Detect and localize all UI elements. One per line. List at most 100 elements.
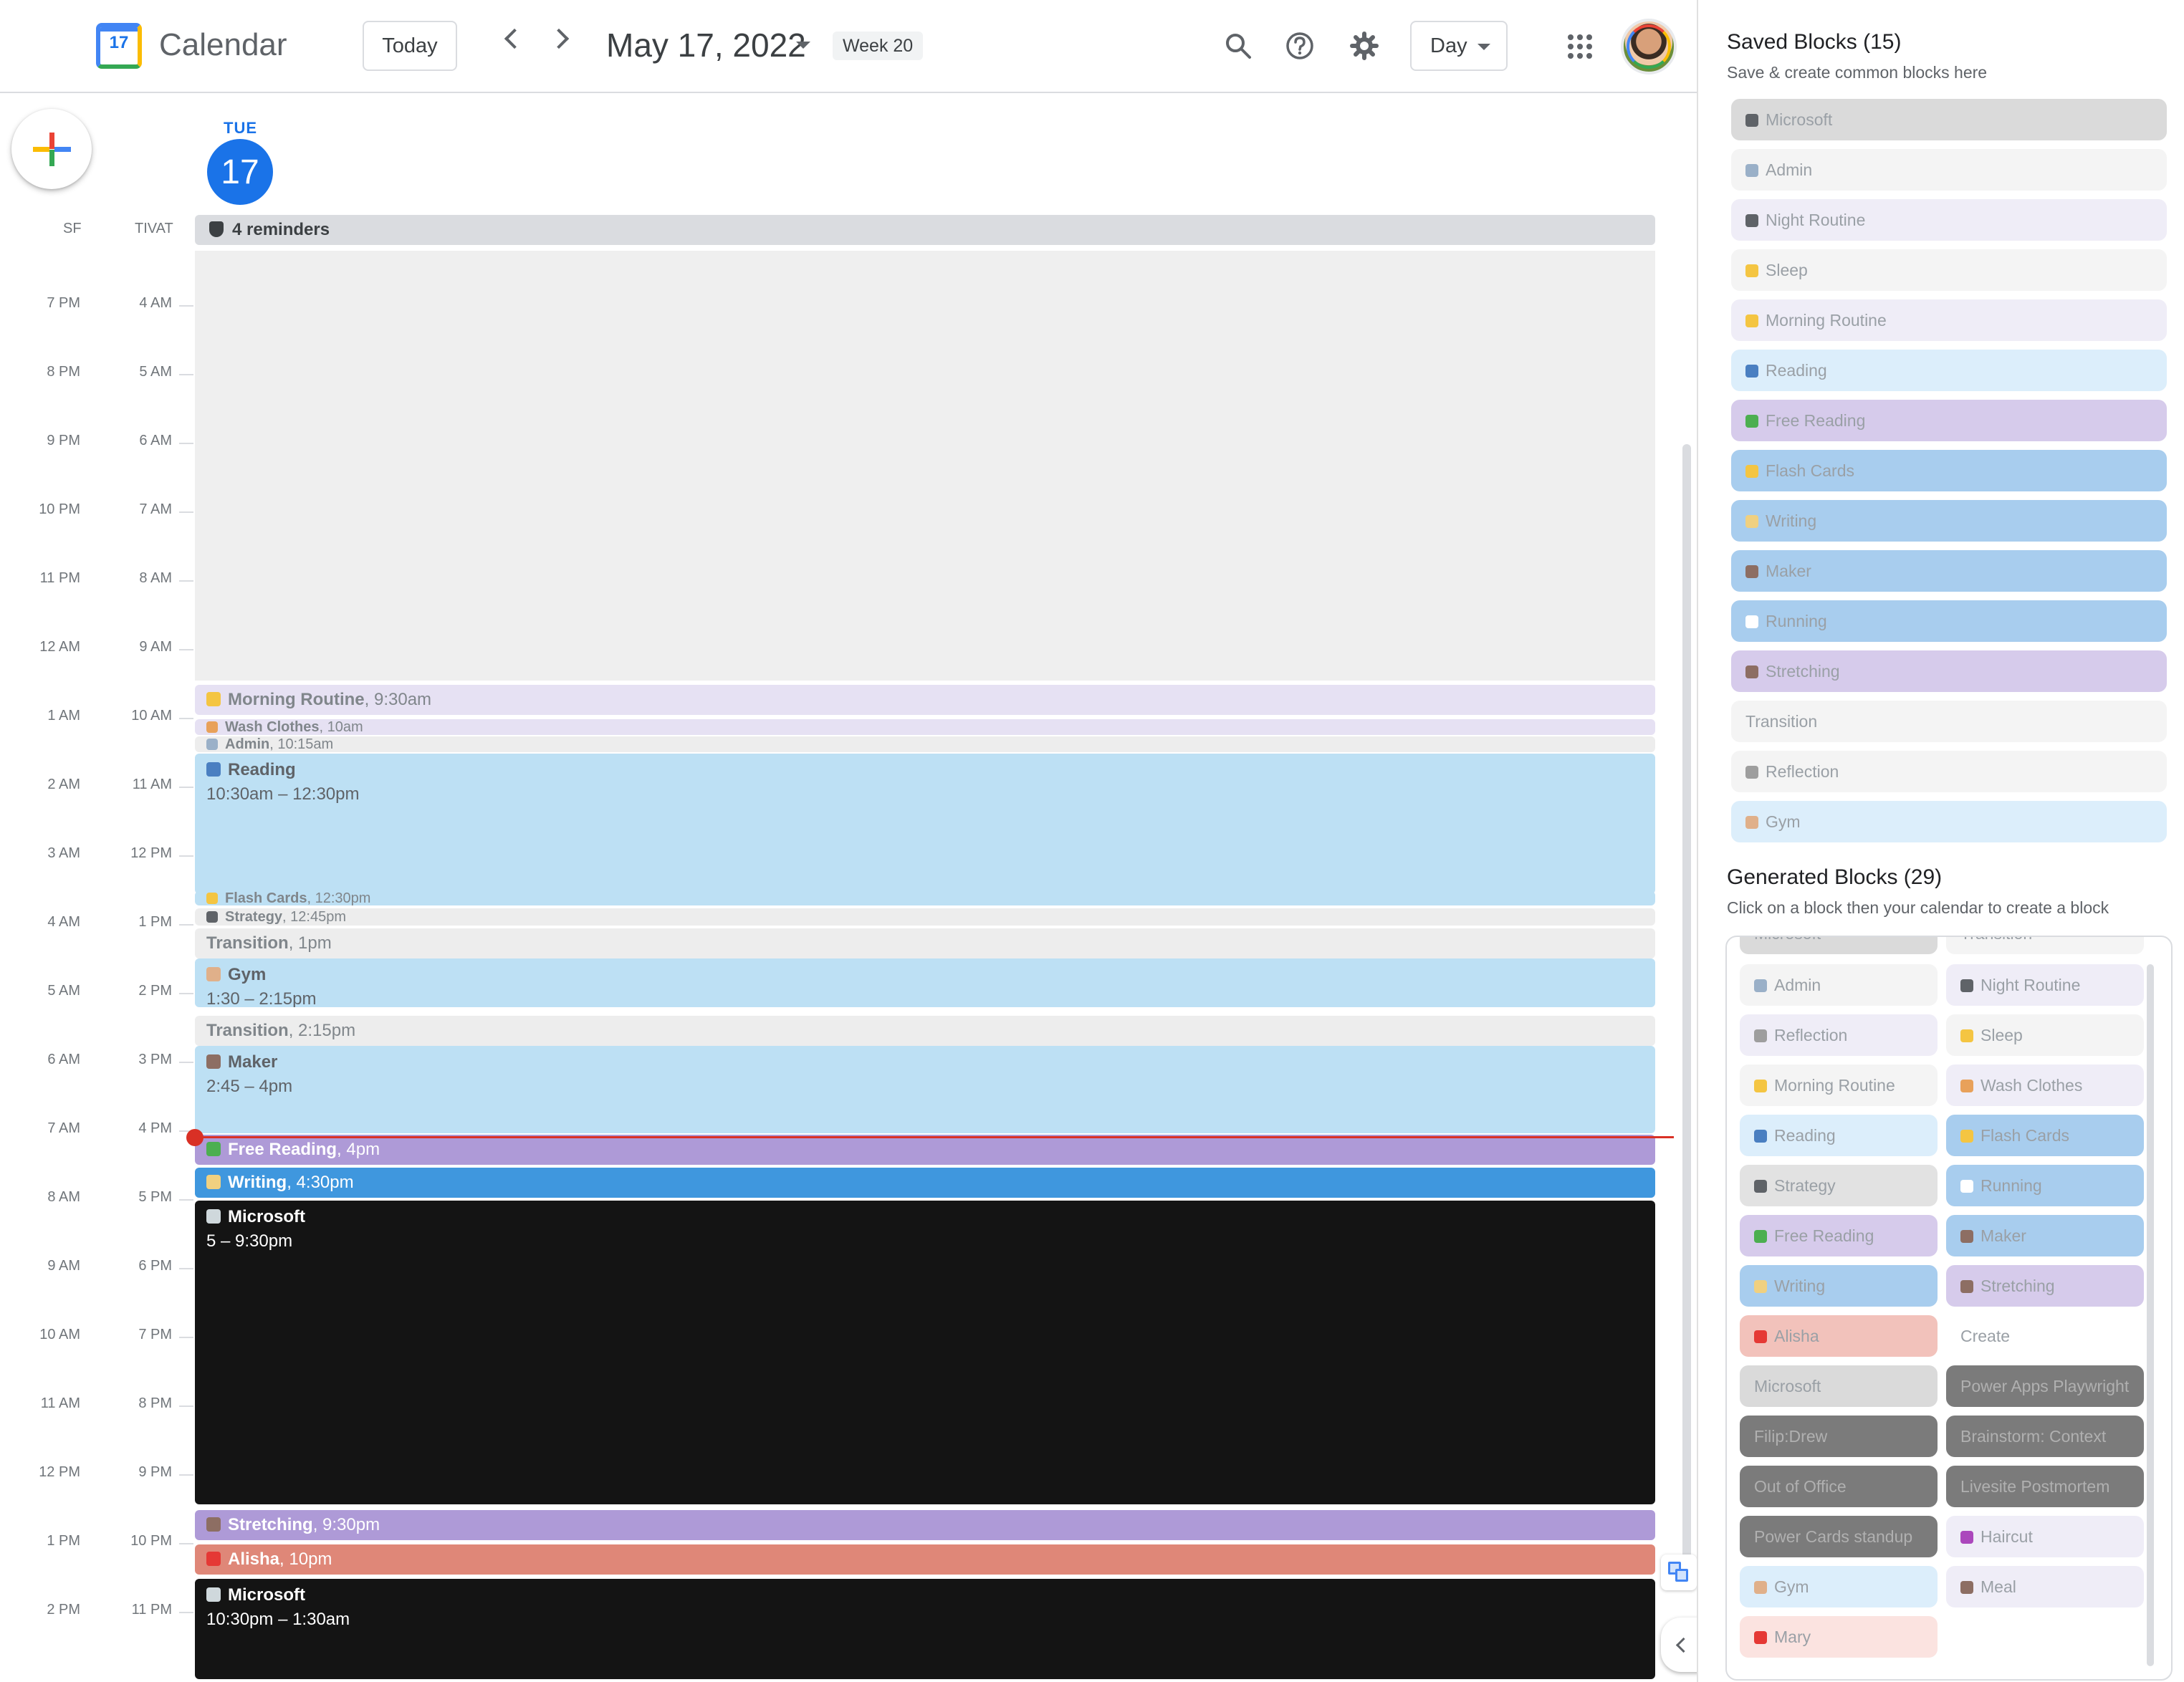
- saved-block[interactable]: Morning Routine: [1731, 299, 2167, 341]
- day-number-badge[interactable]: 17: [207, 139, 273, 205]
- reminders-bar[interactable]: 4 reminders: [195, 215, 1655, 245]
- time-label-secondary: 10 PM: [130, 1533, 172, 1549]
- generated-block[interactable]: Morning Routine: [1740, 1065, 1938, 1106]
- block-emoji-icon: [1960, 979, 1973, 992]
- generated-block[interactable]: Power Cards standup: [1740, 1516, 1938, 1557]
- generated-block[interactable]: Free Reading: [1740, 1215, 1938, 1256]
- blocks-side-panel: Saved Blocks (15) Save & create common b…: [1697, 0, 2184, 1682]
- view-mode-select[interactable]: Day: [1410, 21, 1508, 71]
- generated-block[interactable]: Admin: [1740, 964, 1938, 1006]
- time-label-secondary: 4 AM: [139, 295, 172, 311]
- generated-block[interactable]: Stretching: [1946, 1265, 2144, 1307]
- user-avatar[interactable]: [1621, 19, 1677, 75]
- generated-block[interactable]: Livesite Postmortem: [1946, 1466, 2144, 1507]
- saved-block[interactable]: Transition: [1731, 701, 2167, 742]
- hour-tick: [179, 1612, 193, 1613]
- calendar-event[interactable]: Gym 1:30 – 2:15pm: [195, 958, 1655, 1007]
- generated-block[interactable]: Writing: [1740, 1265, 1938, 1307]
- calendar-event[interactable]: Stretching, 9:30pm: [195, 1510, 1655, 1540]
- calendar-event[interactable]: Microsoft 10:30pm – 1:30am: [195, 1579, 1655, 1679]
- saved-block[interactable]: Maker: [1731, 550, 2167, 592]
- today-button[interactable]: Today: [363, 21, 457, 71]
- saved-block[interactable]: Free Reading: [1731, 400, 2167, 441]
- calendar-event[interactable]: Free Reading, 4pm: [195, 1135, 1655, 1165]
- generated-block[interactable]: Out of Office: [1740, 1466, 1938, 1507]
- time-label-secondary: 12 PM: [130, 845, 172, 861]
- generated-block[interactable]: Microsoft: [1740, 937, 1938, 954]
- calendar-event[interactable]: Alisha, 10pm: [195, 1544, 1655, 1575]
- collapse-panel-button[interactable]: [1661, 1618, 1701, 1672]
- generated-block[interactable]: Create: [1946, 1315, 2144, 1357]
- generated-block[interactable]: Night Routine: [1946, 964, 2144, 1006]
- date-dropdown-icon[interactable]: [796, 42, 810, 49]
- generated-block[interactable]: Haircut: [1946, 1516, 2144, 1557]
- saved-block[interactable]: Reading: [1731, 350, 2167, 391]
- generated-block[interactable]: Maker: [1946, 1215, 2144, 1256]
- saved-block[interactable]: Stretching: [1731, 650, 2167, 692]
- generated-block[interactable]: Gym: [1740, 1566, 1938, 1607]
- saved-block[interactable]: Sleep: [1731, 249, 2167, 291]
- generated-block-label: Admin: [1774, 976, 1821, 994]
- generated-block[interactable]: Filip:Drew: [1740, 1416, 1938, 1457]
- calendar-event[interactable]: Transition, 2:15pm: [195, 1016, 1655, 1046]
- generated-block[interactable]: Meal: [1946, 1566, 2144, 1607]
- generated-block[interactable]: Sleep: [1946, 1014, 2144, 1056]
- time-label-secondary: 3 PM: [138, 1052, 172, 1067]
- event-emoji-icon: [206, 1517, 221, 1532]
- saved-block-label: Microsoft: [1766, 110, 1833, 129]
- saved-block[interactable]: Writing: [1731, 500, 2167, 542]
- calendar-event[interactable]: Writing, 4:30pm: [195, 1168, 1655, 1198]
- generated-block[interactable]: Reflection: [1740, 1014, 1938, 1056]
- generated-block[interactable]: Strategy: [1740, 1165, 1938, 1206]
- saved-block[interactable]: Gym: [1731, 801, 2167, 842]
- saved-block[interactable]: Night Routine: [1731, 199, 2167, 241]
- calendar-event[interactable]: Morning Routine, 9:30am: [195, 685, 1655, 715]
- previous-period-icon[interactable]: [504, 28, 525, 49]
- generated-block-label: Free Reading: [1774, 1226, 1874, 1245]
- generated-block[interactable]: Reading: [1740, 1115, 1938, 1156]
- grid-scrollbar[interactable]: [1682, 444, 1691, 1562]
- generated-block[interactable]: Alisha: [1740, 1315, 1938, 1357]
- saved-block[interactable]: Microsoft: [1731, 99, 2167, 140]
- copy-icon[interactable]: [1661, 1554, 1697, 1590]
- event-emoji-icon: [206, 721, 218, 733]
- calendar-event[interactable]: Transition, 1pm: [195, 928, 1655, 958]
- generated-block[interactable]: Brainstorm: Context: [1946, 1416, 2144, 1457]
- saved-block-label: Night Routine: [1766, 211, 1866, 229]
- day-time-grid[interactable]: 7 PM 4 AM 8 PM 5 AM 9 PM 6 AM 10 PM 7 AM 11 PM 8 …: [0, 249, 1697, 1682]
- generated-block-label: Mary: [1774, 1628, 1811, 1646]
- saved-block[interactable]: Flash Cards: [1731, 450, 2167, 491]
- generated-block[interactable]: Running: [1946, 1165, 2144, 1206]
- time-label-secondary: 11 PM: [131, 1602, 172, 1618]
- main-menu-button[interactable]: [36, 32, 64, 60]
- time-label-secondary: 5 PM: [138, 1189, 172, 1205]
- event-emoji-icon: [206, 692, 221, 706]
- search-icon[interactable]: [1224, 32, 1253, 60]
- saved-block[interactable]: Reflection: [1731, 751, 2167, 792]
- saved-block[interactable]: Running: [1731, 600, 2167, 642]
- saved-block[interactable]: Admin: [1731, 149, 2167, 191]
- create-event-button[interactable]: [11, 109, 92, 189]
- generated-block[interactable]: Power Apps Playwright: [1946, 1365, 2144, 1407]
- calendar-event[interactable]: Wash Clothes, 10am: [195, 719, 1655, 735]
- generated-blocks-scrollbar[interactable]: [2147, 964, 2154, 1666]
- calendar-event[interactable]: Reading 10:30am – 12:30pm: [195, 754, 1655, 894]
- time-label-primary: 6 AM: [47, 1052, 80, 1067]
- calendar-event[interactable]: Maker 2:45 – 4pm: [195, 1046, 1655, 1133]
- calendar-event[interactable]: Admin, 10:15am: [195, 736, 1655, 752]
- settings-gear-icon[interactable]: [1350, 32, 1379, 60]
- calendar-event[interactable]: Flash Cards, 12:30pm: [195, 891, 1655, 905]
- next-period-icon[interactable]: [548, 28, 570, 49]
- generated-block[interactable]: Mary: [1740, 1616, 1938, 1658]
- generated-blocks-grid[interactable]: Microsoft Transition Admin Night Routine Ref…: [1725, 936, 2173, 1681]
- generated-block[interactable]: Transition: [1946, 937, 2144, 954]
- google-apps-icon[interactable]: [1568, 34, 1592, 59]
- help-icon[interactable]: [1285, 32, 1314, 60]
- generated-block[interactable]: Microsoft: [1740, 1365, 1938, 1407]
- generated-block[interactable]: Flash Cards: [1946, 1115, 2144, 1156]
- calendar-event[interactable]: Strategy, 12:45pm: [195, 908, 1655, 926]
- current-date-title[interactable]: May 17, 2022: [606, 26, 806, 64]
- generated-block[interactable]: Wash Clothes: [1946, 1065, 2144, 1106]
- calendar-event[interactable]: Microsoft 5 – 9:30pm: [195, 1201, 1655, 1504]
- time-label-secondary: 1 PM: [138, 914, 172, 930]
